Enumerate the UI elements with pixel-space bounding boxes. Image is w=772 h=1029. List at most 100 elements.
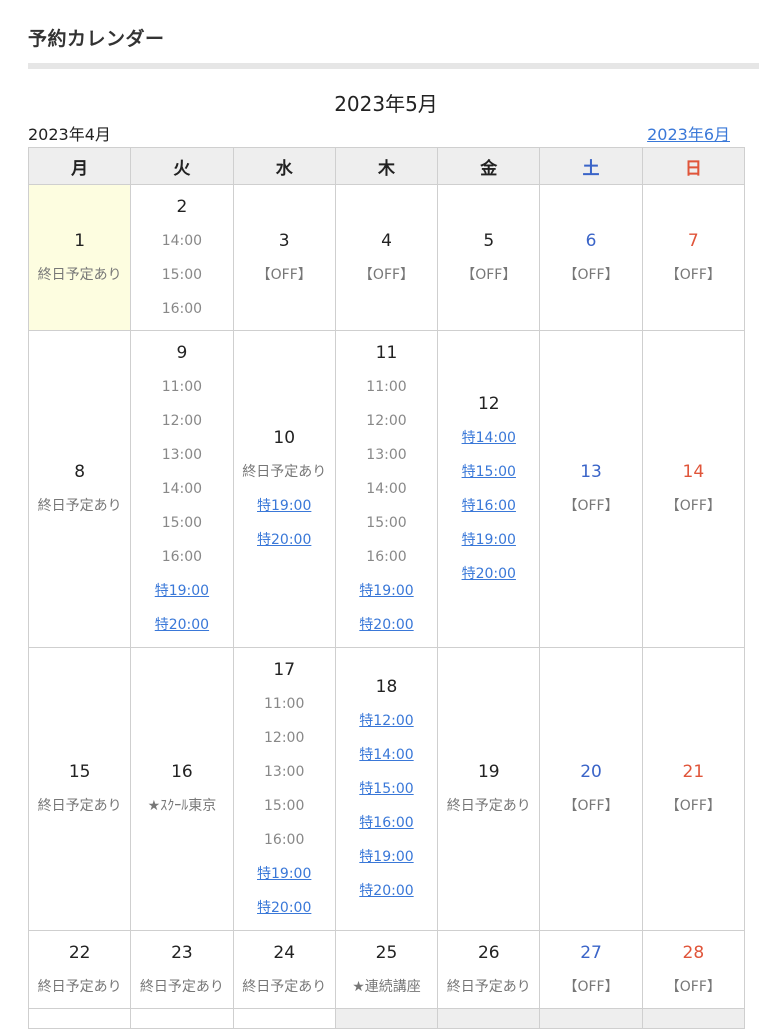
day-cell: 7 【OFF】 <box>641 184 746 331</box>
week-row: 1 終日予定あり 2 14:00 15:00 16:00 3 【OFF】 4 【OFF】 5 【OFF… <box>27 184 746 331</box>
day-number: 8 <box>74 462 86 482</box>
day-number: 16 <box>171 762 193 782</box>
day-number: 11 <box>375 343 398 363</box>
time-slot: 11:00 <box>264 696 305 712</box>
day-number: 6 <box>585 230 597 251</box>
day-cell: 25 ★連続講座 <box>334 930 439 1009</box>
special-slot-link[interactable]: 特20:00 <box>336 608 437 642</box>
special-slot-link[interactable]: 特14:00 <box>438 421 539 455</box>
special-slot-link[interactable]: 特12:00 <box>336 704 437 738</box>
day-number: 7 <box>687 230 699 251</box>
day-cell: 26 終日予定あり <box>437 930 541 1009</box>
day-number: 17 <box>273 660 296 680</box>
day-status: 【OFF】 <box>563 266 619 283</box>
week-row: 15 終日予定あり 16 ★ｽｸｰﾙ東京 17 11:00 12:00 13:00 15:00 1… <box>27 647 746 931</box>
special-slot-link[interactable]: 特19:00 <box>234 489 335 523</box>
time-slot: 14:00 <box>161 481 203 497</box>
time-slot: 15:00 <box>264 798 305 814</box>
day-status: 終日予定あり <box>446 798 531 814</box>
special-slot-link[interactable]: 特15:00 <box>438 455 539 489</box>
day-cell: 14 【OFF】 <box>641 330 746 648</box>
day-number: 25 <box>375 942 398 963</box>
day-cell: 12 特14:00 特15:00 特16:00 特19:00 特20:00 <box>437 330 541 648</box>
day-status: 終日予定あり <box>446 978 531 995</box>
day-number: 22 <box>68 942 91 963</box>
day-number: 2 <box>176 196 188 217</box>
day-cell <box>437 1008 541 1029</box>
day-status: 終日予定あり <box>37 798 122 814</box>
day-status: 【OFF】 <box>563 978 619 995</box>
special-slot-link[interactable]: 特20:00 <box>336 874 437 908</box>
day-number: 5 <box>483 230 495 251</box>
day-cell: 17 11:00 12:00 13:00 15:00 16:00 特19:00 特20:00 <box>232 647 336 931</box>
day-cell: 23 終日予定あり <box>130 930 234 1009</box>
time-slot: 16:00 <box>366 549 407 565</box>
day-number: 20 <box>580 762 602 782</box>
special-slot-link[interactable]: 特20:00 <box>438 557 539 591</box>
calendar-table: 月 火 水 木 金 土 日 1 終日予定あり 2 14:00 15:00 16:00 3 【O… <box>27 147 746 1029</box>
weekday-thu: 木 <box>334 147 439 185</box>
special-slot-link[interactable]: 特14:00 <box>336 738 437 772</box>
day-cell: 15 終日予定あり <box>27 647 132 931</box>
day-cell: 6 【OFF】 <box>539 184 643 331</box>
day-status: 終日予定あり <box>242 464 327 480</box>
day-cell: 9 11:00 12:00 13:00 14:00 15:00 16:00 特19:00 特20… <box>130 330 234 648</box>
day-status: 【OFF】 <box>563 798 619 814</box>
day-number: 13 <box>580 462 602 482</box>
time-slot: 14:00 <box>161 232 203 249</box>
weekday-tue: 火 <box>130 147 234 185</box>
calendar-body: 1 終日予定あり 2 14:00 15:00 16:00 3 【OFF】 4 【OFF】 5 【OFF… <box>27 184 746 1029</box>
day-cell: 28 【OFF】 <box>641 930 746 1009</box>
day-cell: 3 【OFF】 <box>232 184 336 331</box>
time-slot: 12:00 <box>264 730 305 746</box>
day-cell: 21 【OFF】 <box>641 647 746 931</box>
special-slot-link[interactable]: 特15:00 <box>336 772 437 806</box>
day-status: 終日予定あり <box>37 978 122 995</box>
day-status: 終日予定あり <box>242 978 327 995</box>
day-number: 9 <box>176 343 188 363</box>
day-status: 【OFF】 <box>665 798 721 814</box>
day-number: 4 <box>381 230 392 251</box>
day-cell: 16 ★ｽｸｰﾙ東京 <box>130 647 234 931</box>
time-slot: 11:00 <box>161 379 203 395</box>
special-slot-link[interactable]: 特19:00 <box>336 574 437 608</box>
special-slot-link[interactable]: 特19:00 <box>234 857 335 891</box>
day-status: 終日予定あり <box>37 498 122 514</box>
day-cell: 24 終日予定あり <box>232 930 336 1009</box>
special-slot-link[interactable]: 特20:00 <box>131 608 232 642</box>
day-cell: 11 11:00 12:00 13:00 14:00 15:00 16:00 特19:00 特2… <box>334 330 439 648</box>
time-slot: 13:00 <box>366 447 407 463</box>
day-status: 【OFF】 <box>461 266 517 283</box>
special-slot-link[interactable]: 特16:00 <box>438 489 539 523</box>
prev-month-label: 2023年4月 <box>28 125 111 144</box>
week-row <box>27 1008 746 1029</box>
day-number: 24 <box>273 942 296 963</box>
special-slot-link[interactable]: 特20:00 <box>234 523 335 557</box>
day-cell: 27 【OFF】 <box>539 930 643 1009</box>
time-slot: 13:00 <box>161 447 203 463</box>
day-status: 【OFF】 <box>665 978 721 995</box>
day-number: 23 <box>171 942 193 963</box>
day-number: 15 <box>68 762 91 782</box>
day-number: 10 <box>273 428 296 448</box>
day-cell: 1 終日予定あり <box>27 184 132 331</box>
current-month-title: 2023年5月 <box>334 92 438 116</box>
day-cell: 5 【OFF】 <box>437 184 541 331</box>
day-cell: 8 終日予定あり <box>27 330 132 648</box>
day-number: 27 <box>580 942 602 963</box>
heading-divider <box>28 63 759 69</box>
day-cell: 4 【OFF】 <box>334 184 439 331</box>
day-number: 12 <box>477 394 500 414</box>
special-slot-link[interactable]: 特19:00 <box>131 574 232 608</box>
day-cell: 18 特12:00 特14:00 特15:00 特16:00 特19:00 特20:00 <box>334 647 439 931</box>
weekday-wed: 水 <box>232 147 336 185</box>
time-slot: 15:00 <box>161 266 203 283</box>
next-month-link[interactable]: 2023年6月 <box>647 121 730 145</box>
day-status: 【OFF】 <box>665 498 721 514</box>
special-slot-link[interactable]: 特19:00 <box>336 840 437 874</box>
special-slot-link[interactable]: 特19:00 <box>438 523 539 557</box>
day-cell <box>27 1008 132 1029</box>
special-slot-link[interactable]: 特20:00 <box>234 891 335 925</box>
special-slot-link[interactable]: 特16:00 <box>336 806 437 840</box>
time-slot: 12:00 <box>366 413 407 429</box>
